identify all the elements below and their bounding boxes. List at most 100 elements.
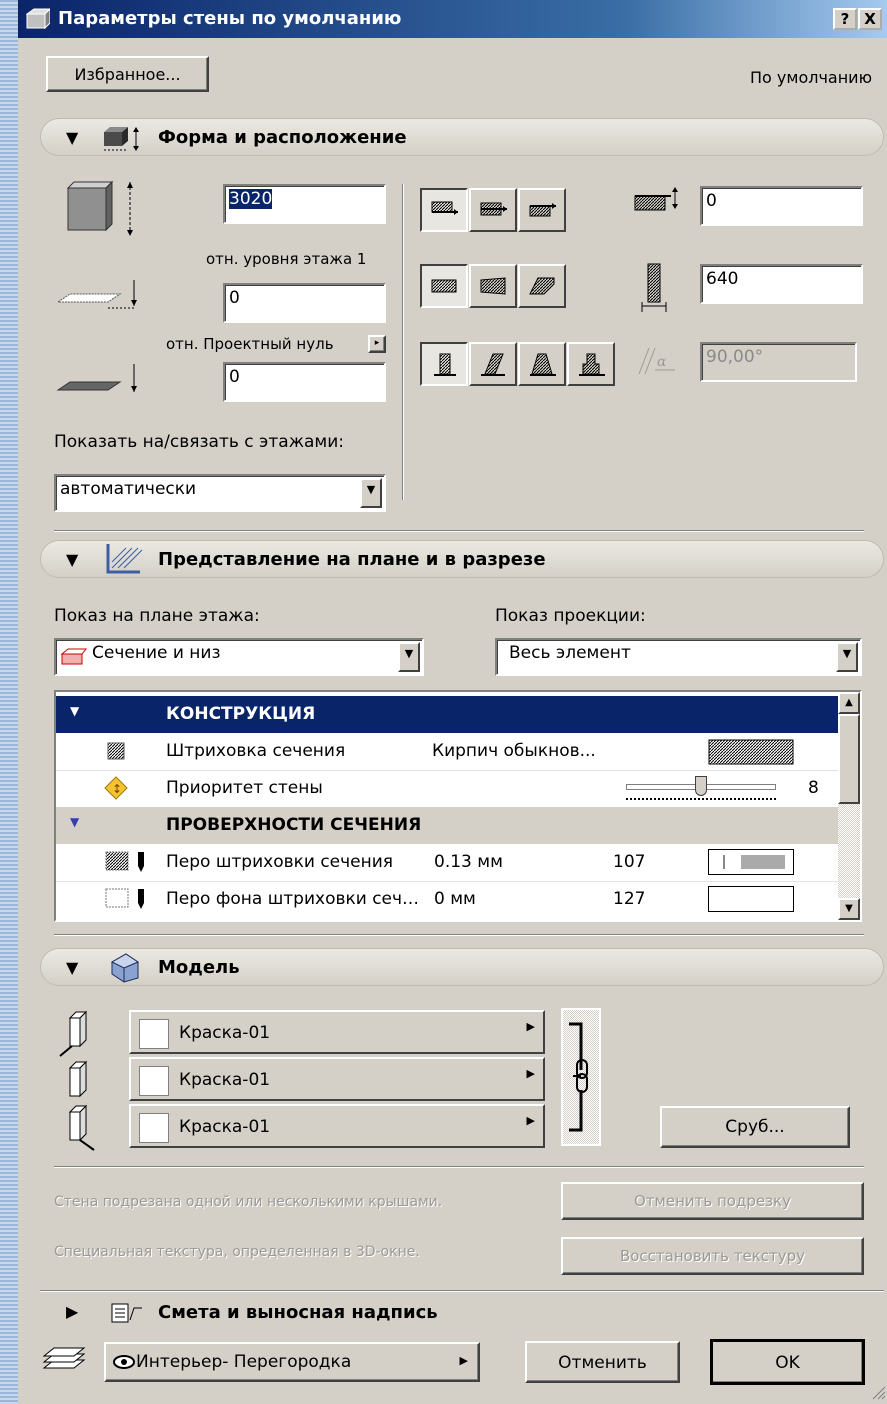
list-scrollbar[interactable]: ▲ ▼	[838, 692, 860, 920]
window-title: Параметры стены по умолчанию	[58, 8, 402, 29]
polygon-wall-button[interactable]	[518, 264, 566, 308]
show-on-floors-dropdown[interactable]: автоматически ▼	[54, 474, 386, 512]
hatch-preview[interactable]	[708, 739, 794, 765]
ref-offset-input[interactable]: 0	[700, 186, 863, 226]
group-row-surfaces[interactable]: ▼ ПРОВЕРХНОСТИ СЕЧЕНИЯ	[56, 807, 840, 844]
outside-surface-button[interactable]: Краска-01 ▶	[129, 1010, 545, 1054]
vertical-separator	[402, 184, 403, 500]
chevron-down-icon[interactable]: ▼	[360, 478, 382, 508]
chevron-right-icon: ▶	[526, 1020, 535, 1033]
section-separator	[54, 934, 864, 935]
section-title-listing: Смета и выносная надпись	[158, 1302, 438, 1323]
list-item[interactable]: Штриховка сечения Кирпич обыкнов...	[56, 733, 840, 771]
help-button[interactable]: ?	[833, 8, 857, 30]
bottom-offset-input[interactable]: 0	[223, 283, 386, 323]
settings-list[interactable]: ▼ КОНСТРУКЦИЯ Штриховка сечения Кирпич о…	[54, 690, 862, 922]
ref-line-center-button[interactable]	[469, 188, 517, 232]
pen-preview[interactable]	[708, 886, 794, 912]
floor-plan-display-dropdown[interactable]: Сечение и низ ▼	[54, 638, 424, 676]
wall-height-input[interactable]: 3020	[223, 184, 386, 224]
wall-height-icon	[66, 180, 133, 236]
slant-angle-icon: α	[638, 347, 675, 375]
surface-swatch	[139, 1019, 169, 1049]
section-title-model: Модель	[158, 957, 240, 978]
double-slanted-wall-icon	[530, 353, 556, 376]
bottom-offset-icon	[56, 280, 137, 309]
expand-triangle-icon[interactable]: ▶	[66, 1302, 78, 1321]
slanted-wall-icon	[481, 353, 505, 376]
model-icon	[110, 953, 140, 983]
straight-wall-icon	[431, 279, 457, 293]
zero-offset-input[interactable]: 0	[223, 362, 386, 402]
pen-preview[interactable]	[708, 849, 794, 875]
edge-face-icon	[68, 1060, 88, 1098]
slant-angle-input[interactable]: 90,00°	[700, 342, 857, 382]
priority-slider-thumb[interactable]	[695, 776, 707, 796]
chevron-down-icon[interactable]: ▼	[836, 642, 858, 672]
floor-plan-display-label: Показ на плане этажа:	[54, 606, 260, 626]
title-bar[interactable]: Параметры стены по умолчанию ? X	[18, 0, 887, 38]
straight-wall-button[interactable]	[420, 264, 468, 308]
scroll-thumb[interactable]	[838, 714, 860, 804]
list-item[interactable]: Перо фона штриховки сеч… 0 мм 127	[56, 881, 840, 918]
resize-grip-icon[interactable]	[870, 1384, 886, 1400]
restore-texture-button[interactable]: Восстановить текстуру	[561, 1237, 864, 1275]
group-row-construction[interactable]: ▼ КОНСТРУКЦИЯ	[56, 696, 840, 733]
expand-triangle-icon[interactable]: ▼	[70, 704, 79, 718]
section-separator	[40, 1290, 884, 1291]
texture-note: Специальная текстура, определенная в 3D-…	[54, 1244, 420, 1260]
undo-trim-button[interactable]: Отменить подрезку	[561, 1182, 864, 1220]
desktop-left-edge	[0, 0, 18, 1404]
projection-display-label: Показ проекции:	[495, 606, 646, 626]
edge-surface-button[interactable]: Краска-01 ▶	[129, 1057, 545, 1101]
svg-text:↕: ↕	[112, 782, 122, 796]
ref-line-outside-button[interactable]	[420, 188, 468, 232]
cancel-button[interactable]: Отменить	[525, 1341, 680, 1383]
default-label: По умолчанию	[750, 68, 873, 87]
favorites-button[interactable]: Избранное...	[46, 56, 209, 92]
ref-line-inside-button[interactable]	[518, 188, 566, 232]
polygon-wall-icon	[529, 277, 555, 295]
svg-text:α: α	[657, 354, 667, 370]
trapezoid-wall-button[interactable]	[469, 264, 517, 308]
wall-tool-icon	[26, 8, 50, 30]
collapse-triangle-icon[interactable]: ▼	[66, 128, 78, 147]
priority-icon: ↕	[104, 776, 128, 800]
layer-selector-button[interactable]: Интерьер- Перегородка ▶	[104, 1342, 480, 1382]
expand-triangle-icon[interactable]: ▼	[70, 815, 79, 829]
link-surfaces-toggle[interactable]	[561, 1008, 601, 1146]
log-wall-button[interactable]: Сруб...	[660, 1106, 850, 1148]
slanted-wall-button[interactable]	[469, 342, 517, 386]
vertical-wall-icon	[434, 353, 456, 376]
listing-label-icon	[111, 1303, 142, 1323]
section-title-shape: Форма и расположение	[158, 127, 407, 148]
profiled-wall-button[interactable]	[567, 342, 615, 386]
inside-surface-button[interactable]: Краска-01 ▶	[129, 1104, 545, 1148]
chain-link-icon	[569, 1022, 588, 1132]
scroll-down-icon[interactable]: ▼	[838, 898, 860, 920]
collapse-triangle-icon[interactable]: ▼	[66, 550, 78, 569]
scroll-up-icon[interactable]: ▲	[838, 692, 860, 714]
ref-line-inside-icon	[529, 203, 556, 217]
chevron-down-icon[interactable]: ▼	[398, 642, 420, 672]
profiled-wall-icon	[579, 353, 605, 376]
list-item[interactable]: ↕ Приоритет стены 8	[56, 770, 840, 807]
section-separator	[54, 530, 864, 531]
roof-trim-note: Стена подрезана одной или несколькими кр…	[54, 1194, 443, 1210]
ref-offset-icon	[634, 187, 678, 211]
vertical-wall-button[interactable]	[420, 342, 468, 386]
collapse-triangle-icon[interactable]: ▼	[66, 958, 78, 977]
reference-level-popup-button[interactable]: ▸	[368, 335, 386, 353]
ok-button[interactable]: OK	[710, 1339, 865, 1385]
background-pen-icon	[105, 888, 144, 909]
close-button[interactable]: X	[858, 8, 882, 30]
double-slanted-wall-button[interactable]	[518, 342, 566, 386]
hatch-pen-icon	[105, 851, 144, 872]
wall-thickness-icon	[641, 263, 667, 312]
list-item[interactable]: Перо штриховки сечения 0.13 мм 107	[56, 844, 840, 882]
projection-display-dropdown[interactable]: Весь элемент ▼	[495, 638, 862, 676]
trapezoid-wall-icon	[480, 277, 506, 295]
wall-thickness-input[interactable]: 640	[700, 264, 863, 304]
surface-swatch	[139, 1113, 169, 1143]
chevron-right-icon: ▶	[526, 1067, 535, 1080]
